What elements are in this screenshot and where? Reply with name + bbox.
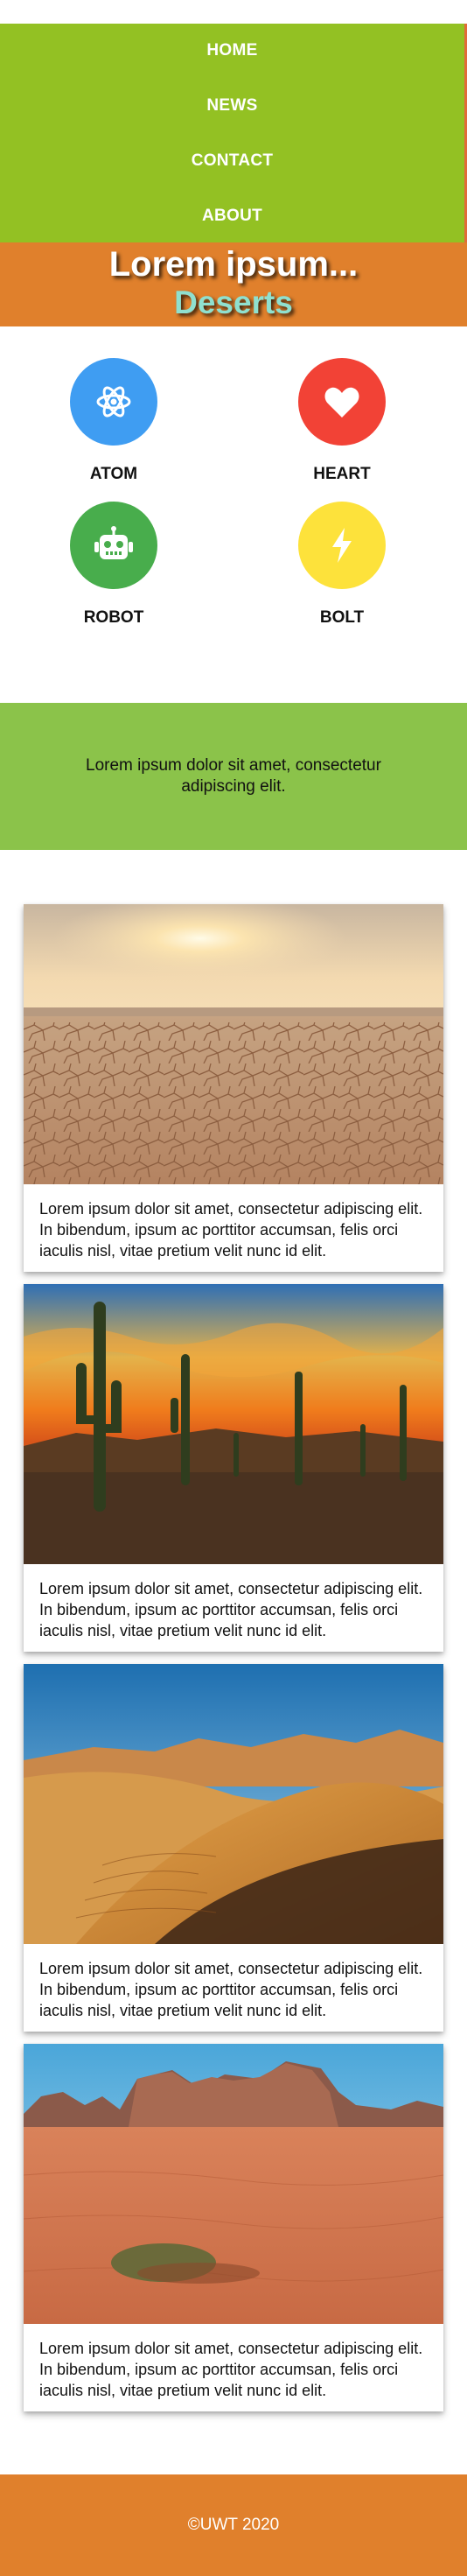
- page-footer: ©UWT 2020: [0, 2474, 467, 2576]
- atom-icon: [70, 358, 157, 446]
- footer-copyright: ©UWT 2020: [187, 2516, 280, 2534]
- nav-link-contact[interactable]: CONTACT: [0, 151, 464, 171]
- feature-label: ROBOT: [83, 608, 144, 627]
- feature-bolt: BOLT: [254, 502, 429, 628]
- top-spacer: [0, 0, 467, 24]
- intro-band: Lorem ipsum dolor sit amet, consectetur …: [0, 703, 467, 850]
- feature-label: ATOM: [89, 465, 138, 483]
- feature-label: HEART: [313, 465, 371, 483]
- nav-link-home[interactable]: HOME: [0, 41, 464, 60]
- desert-cards: Lorem ipsum dolor sit amet, consectetur …: [0, 850, 467, 2411]
- nav-link-news[interactable]: NEWS: [0, 96, 464, 116]
- cactus-sunset-image: [24, 1284, 443, 1564]
- heart-icon: [298, 358, 386, 446]
- feature-atom: ATOM: [26, 358, 201, 484]
- main-nav: HOME NEWS CONTACT ABOUT: [0, 24, 467, 242]
- card-text: Lorem ipsum dolor sit amet, consectetur …: [39, 1580, 423, 1639]
- hero-subtitle: Deserts: [174, 284, 293, 320]
- cracked-desert-image: [24, 904, 443, 1184]
- card-text: Lorem ipsum dolor sit amet, consectetur …: [39, 1960, 423, 2019]
- rocky-desert-image: [24, 2044, 443, 2324]
- nav-link-about[interactable]: ABOUT: [0, 207, 464, 226]
- feature-grid: ATOM HEART ROBOT BOLT: [0, 326, 467, 703]
- desert-card: Lorem ipsum dolor sit amet, consectetur …: [24, 2044, 443, 2411]
- desert-card: Lorem ipsum dolor sit amet, consectetur …: [24, 904, 443, 1272]
- hero-banner: Lorem ipsum... Deserts: [0, 242, 467, 326]
- intro-text: Lorem ipsum dolor sit amet, consectetur …: [86, 756, 381, 796]
- sand-dunes-image: [24, 1664, 443, 1944]
- desert-card: Lorem ipsum dolor sit amet, consectetur …: [24, 1664, 443, 2032]
- card-text: Lorem ipsum dolor sit amet, consectetur …: [39, 2340, 423, 2399]
- bolt-icon: [298, 502, 386, 589]
- desert-card: Lorem ipsum dolor sit amet, consectetur …: [24, 1284, 443, 1652]
- robot-icon: [70, 502, 157, 589]
- card-text: Lorem ipsum dolor sit amet, consectetur …: [39, 1200, 423, 1260]
- feature-robot: ROBOT: [26, 502, 201, 628]
- hero-title: Lorem ipsum...: [108, 245, 359, 284]
- feature-label: BOLT: [319, 608, 365, 627]
- feature-heart: HEART: [254, 358, 429, 484]
